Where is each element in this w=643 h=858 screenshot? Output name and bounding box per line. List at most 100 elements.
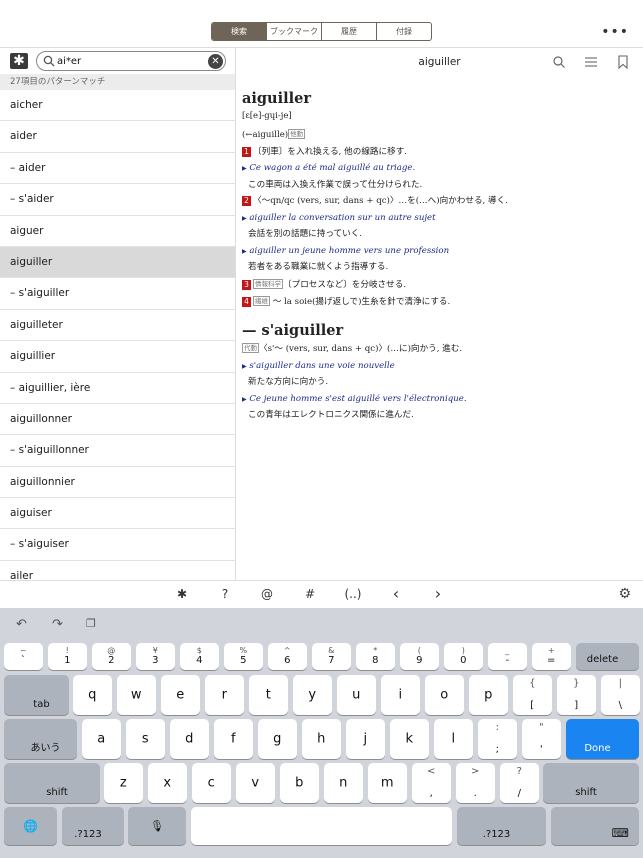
numbers-toggle-key[interactable]: .?123	[457, 807, 546, 845]
done-key[interactable]: Done	[566, 719, 639, 759]
bookmark-icon[interactable]	[616, 55, 630, 69]
key-m[interactable]: m	[368, 763, 407, 803]
cursor-right-icon[interactable]: ›	[428, 584, 448, 603]
microphone-key[interactable]: 🎙	[128, 807, 186, 845]
key-n[interactable]: n	[324, 763, 363, 803]
key-8[interactable]: * 8	[356, 643, 395, 670]
tab-history[interactable]: 履歴	[321, 23, 376, 40]
key-6[interactable]: ^ 6	[268, 643, 307, 670]
key-s[interactable]: s	[126, 719, 165, 759]
tab-bookmarks[interactable]: ブックマーク	[266, 23, 321, 40]
example-fr[interactable]: ▶ s'aiguiller dans une voie nouvelle	[242, 361, 637, 372]
at-key[interactable]: @	[257, 587, 277, 601]
example-fr[interactable]: ▶ aiguiller un jeune homme vers une prof…	[242, 246, 637, 257]
key-extra[interactable]: ? /	[500, 763, 539, 803]
key-extra[interactable]: <,	[412, 763, 451, 803]
key-g[interactable]: g	[258, 719, 297, 759]
result-item[interactable]: – s'aiguiller	[0, 278, 235, 310]
key-5[interactable]: % 5	[224, 643, 263, 670]
key-w[interactable]: w	[117, 675, 156, 715]
globe-key[interactable]: 🌐	[4, 807, 57, 845]
key-a[interactable]: a	[82, 719, 121, 759]
shift-left-key[interactable]: shift	[4, 763, 100, 803]
key-t[interactable]: t	[249, 675, 288, 715]
kana-toggle-key[interactable]: あいう	[4, 719, 77, 759]
key-extra[interactable]: >.	[456, 763, 495, 803]
result-item[interactable]: aiguillonner	[0, 404, 235, 436]
more-icon[interactable]: •••	[601, 24, 629, 40]
numbers-toggle-key[interactable]: .?123	[62, 807, 124, 845]
result-item[interactable]: aiguiser	[0, 498, 235, 530]
tab-search[interactable]: 検索	[212, 23, 266, 40]
key-2[interactable]: @2	[92, 643, 131, 670]
key-extra[interactable]: | \	[601, 675, 640, 715]
key--[interactable]: _ -	[488, 643, 527, 670]
result-item[interactable]: ailer	[0, 561, 235, 580]
result-item[interactable]: – s'aiguillonner	[0, 435, 235, 467]
result-item[interactable]: aiguilleter	[0, 310, 235, 342]
result-item[interactable]: aiguer	[0, 216, 235, 247]
result-item[interactable]: – s'aider	[0, 184, 235, 216]
key-3[interactable]: ¥3	[136, 643, 175, 670]
key-d[interactable]: d	[170, 719, 209, 759]
key-x[interactable]: x	[148, 763, 187, 803]
search-box[interactable]: ✕	[36, 51, 226, 71]
key-7[interactable]: & 7	[312, 643, 351, 670]
example-fr[interactable]: ▶ aiguiller la conversation sur un autre…	[242, 213, 637, 224]
result-item[interactable]: – s'aiguiser	[0, 529, 235, 561]
key-u[interactable]: u	[337, 675, 376, 715]
key-l[interactable]: l	[434, 719, 473, 759]
clear-icon[interactable]: ✕	[208, 54, 223, 69]
key-h[interactable]: h	[302, 719, 341, 759]
delete-key[interactable]: delete	[576, 643, 639, 670]
paste-icon[interactable]: ❐	[86, 617, 96, 630]
key-extra[interactable]: {[	[513, 675, 552, 715]
key-c[interactable]: c	[192, 763, 231, 803]
result-item[interactable]: aiguillonnier	[0, 467, 235, 499]
wildcard-button[interactable]: ✱	[10, 53, 28, 69]
key-i[interactable]: i	[381, 675, 420, 715]
result-item-selected[interactable]: aiguiller	[0, 246, 235, 279]
key-4[interactable]: $4	[180, 643, 219, 670]
result-item[interactable]: aider	[0, 121, 235, 153]
key-extra[interactable]: " '	[522, 719, 561, 759]
key-0[interactable]: ) 0	[444, 643, 483, 670]
search-icon[interactable]	[552, 55, 566, 69]
tab-appendix[interactable]: 付録	[376, 23, 431, 40]
key-extra[interactable]: :;	[478, 719, 517, 759]
example-fr[interactable]: ▶ Ce wagon a été mal aiguillé au triage.	[242, 163, 637, 174]
list-icon[interactable]	[584, 55, 598, 69]
key-o[interactable]: o	[425, 675, 464, 715]
redo-icon[interactable]: ↷	[52, 617, 63, 632]
key-y[interactable]: y	[293, 675, 332, 715]
key-z[interactable]: z	[104, 763, 143, 803]
shift-right-key[interactable]: shift	[543, 763, 639, 803]
search-input[interactable]	[57, 53, 207, 69]
key-1[interactable]: ! 1	[48, 643, 87, 670]
space-key[interactable]	[191, 807, 452, 845]
wildcard-question-key[interactable]: ?	[215, 587, 235, 601]
key-j[interactable]: j	[346, 719, 385, 759]
parens-key[interactable]: (..)	[338, 587, 368, 601]
gear-icon[interactable]: ⚙	[618, 586, 631, 602]
tab-key[interactable]: tab	[4, 675, 69, 715]
key-p[interactable]: p	[469, 675, 508, 715]
wildcard-asterisk-key[interactable]: ✱	[172, 587, 192, 601]
key-v[interactable]: v	[236, 763, 275, 803]
undo-icon[interactable]: ↶	[16, 617, 27, 632]
example-fr[interactable]: ▶ Ce jeune homme s'est aiguillé vers l'é…	[242, 394, 637, 405]
key-k[interactable]: k	[390, 719, 429, 759]
result-item[interactable]: aicher	[0, 90, 235, 122]
key-r[interactable]: r	[205, 675, 244, 715]
key-q[interactable]: q	[73, 675, 112, 715]
key-extra[interactable]: }]	[557, 675, 596, 715]
result-item[interactable]: aiguillier	[0, 341, 235, 373]
hash-key[interactable]: #	[300, 587, 320, 601]
result-item[interactable]: – aiguillier, ière	[0, 373, 235, 404]
key-f[interactable]: f	[214, 719, 253, 759]
key-b[interactable]: b	[280, 763, 319, 803]
key-e[interactable]: e	[161, 675, 200, 715]
key-9[interactable]: (9	[400, 643, 439, 670]
cursor-left-icon[interactable]: ‹	[386, 584, 406, 603]
key-=[interactable]: + =	[532, 643, 571, 670]
